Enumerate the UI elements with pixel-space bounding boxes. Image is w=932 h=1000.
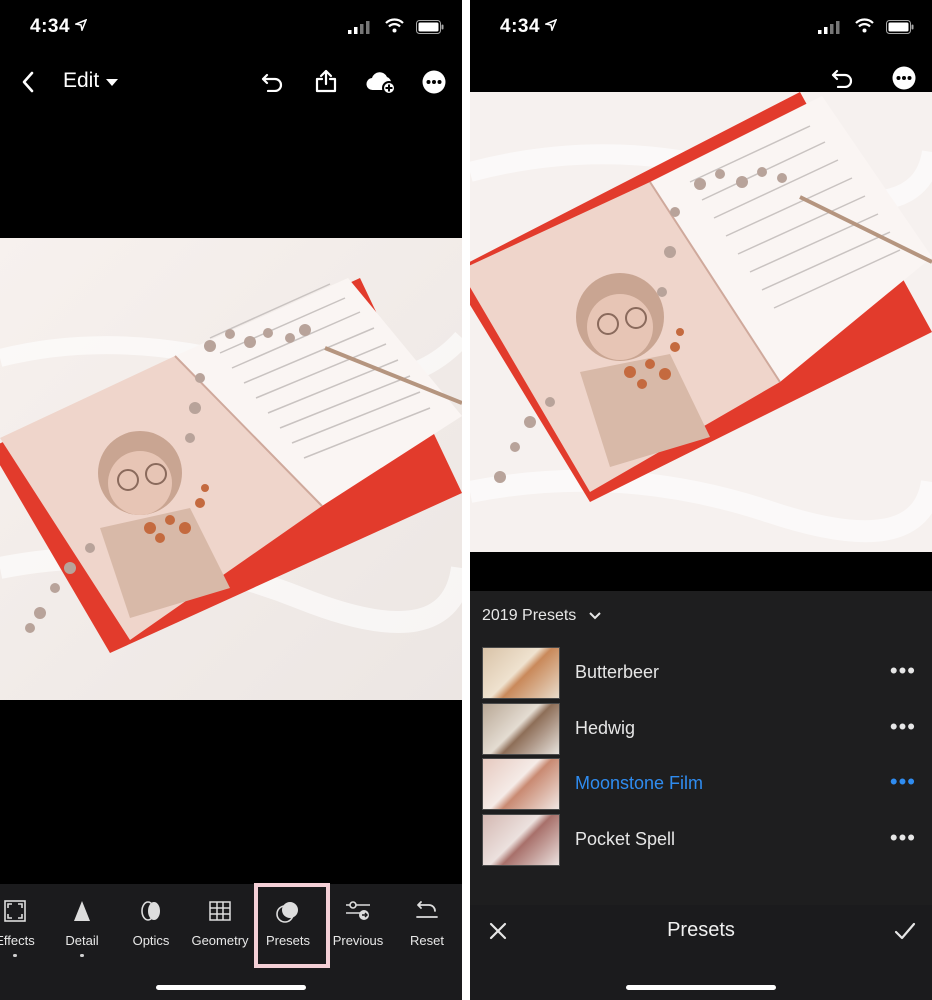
share-button[interactable] (312, 66, 340, 96)
share-icon (315, 69, 337, 93)
preset-name: Moonstone Film (575, 773, 704, 793)
home-indicator (626, 985, 776, 990)
undo-button[interactable] (258, 68, 286, 96)
wifi-icon (855, 18, 874, 33)
wifi-icon (385, 18, 404, 33)
battery-icon (416, 20, 444, 34)
checkmark-icon (894, 922, 916, 940)
effects-icon (4, 900, 26, 922)
caret-down-icon (106, 79, 118, 86)
undo-icon (261, 73, 283, 92)
preset-name: Butterbeer (575, 662, 660, 682)
status-time: 4:34 (30, 16, 71, 37)
status-bar: 4:34 (0, 0, 462, 56)
undo-icon (831, 69, 853, 88)
home-indicator (156, 985, 306, 990)
tool-label: Reset (410, 933, 444, 948)
cell-signal-icon (348, 21, 370, 34)
presets-group-label: 2019 Presets (482, 607, 577, 624)
preset-more-button[interactable]: ••• (890, 771, 916, 793)
right-phone-screen: 4:34 2019 Presets Butterbeer ••• Hedwig … (470, 0, 932, 1000)
status-time: 4:34 (500, 16, 541, 37)
tool-label: Effects (0, 933, 35, 948)
preset-row-pocket-spell[interactable]: Pocket Spell ••• (470, 814, 932, 866)
undo-button[interactable] (828, 64, 856, 92)
preset-more-button[interactable]: ••• (890, 716, 916, 738)
tool-label: Optics (132, 933, 170, 948)
photo-preview[interactable] (470, 92, 932, 552)
more-horizontal-icon (892, 66, 916, 90)
preset-name: Hedwig (575, 718, 636, 738)
cloud-plus-icon (366, 72, 396, 94)
chevron-left-icon (22, 71, 34, 93)
preset-row-hedwig[interactable]: Hedwig ••• (470, 703, 932, 755)
more-horizontal-icon (422, 70, 446, 94)
left-phone-screen: 4:34 Edit ffects Detail Optics Geometry … (0, 0, 462, 1000)
previous-icon (346, 901, 370, 920)
more-options-button[interactable] (890, 64, 918, 92)
detail-icon (74, 901, 90, 921)
preset-thumbnail (482, 647, 560, 699)
tool-label: Detail (65, 933, 99, 948)
toolbar-effects-button[interactable]: Effects (0, 884, 48, 964)
preset-row-butterbeer[interactable]: Butterbeer ••• (470, 647, 932, 699)
toolbar-optics-button[interactable]: Optics (118, 884, 184, 964)
tool-indicator-dot (13, 954, 17, 957)
preset-name: Pocket Spell (575, 829, 676, 849)
preset-thumbnail (482, 814, 560, 866)
bottom-bar-title: Presets (667, 919, 735, 941)
optics-icon (141, 901, 160, 921)
battery-icon (886, 20, 914, 34)
location-arrow-icon (75, 19, 87, 31)
chevron-down-icon (589, 612, 601, 620)
location-arrow-icon (545, 19, 557, 31)
cell-signal-icon (818, 21, 840, 34)
reset-icon (416, 901, 438, 918)
edit-toolbar: Effects Detail Optics Geometry Presets P… (0, 884, 462, 1000)
preset-more-button[interactable]: ••• (890, 827, 916, 849)
presets-group-selector[interactable]: 2019 Presets (482, 607, 601, 625)
preset-more-button[interactable]: ••• (890, 660, 916, 682)
preset-thumbnail (482, 758, 560, 810)
edit-title: Edit (63, 69, 100, 92)
toolbar-reset-button[interactable]: Reset (394, 884, 460, 964)
tool-label: Previous (332, 933, 384, 948)
presets-highlight-box (254, 883, 330, 968)
toolbar-geometry-button[interactable]: Geometry (187, 884, 253, 964)
top-nav-bar: Edit (0, 60, 462, 104)
confirm-button[interactable] (892, 919, 918, 943)
book-photo-image (0, 238, 462, 700)
presets-panel: 2019 Presets Butterbeer ••• Hedwig ••• M… (470, 591, 932, 905)
tool-label: Geometry (191, 933, 249, 948)
top-nav-bar (470, 62, 932, 94)
preset-row-moonstone-film[interactable]: Moonstone Film ••• (470, 758, 932, 810)
photo-preview[interactable] (0, 238, 462, 700)
more-options-button[interactable] (420, 68, 448, 96)
cloud-add-button[interactable] (364, 68, 398, 96)
toolbar-detail-button[interactable]: Detail (49, 884, 115, 964)
toolbar-previous-button[interactable]: Previous (325, 884, 391, 964)
edit-mode-dropdown[interactable]: Edit (58, 60, 128, 104)
geometry-icon (209, 901, 231, 921)
back-button[interactable] (16, 68, 40, 96)
tool-indicator-dot (80, 954, 84, 957)
book-photo-image (470, 92, 932, 552)
preset-thumbnail (482, 703, 560, 755)
status-bar: 4:34 (470, 0, 932, 56)
